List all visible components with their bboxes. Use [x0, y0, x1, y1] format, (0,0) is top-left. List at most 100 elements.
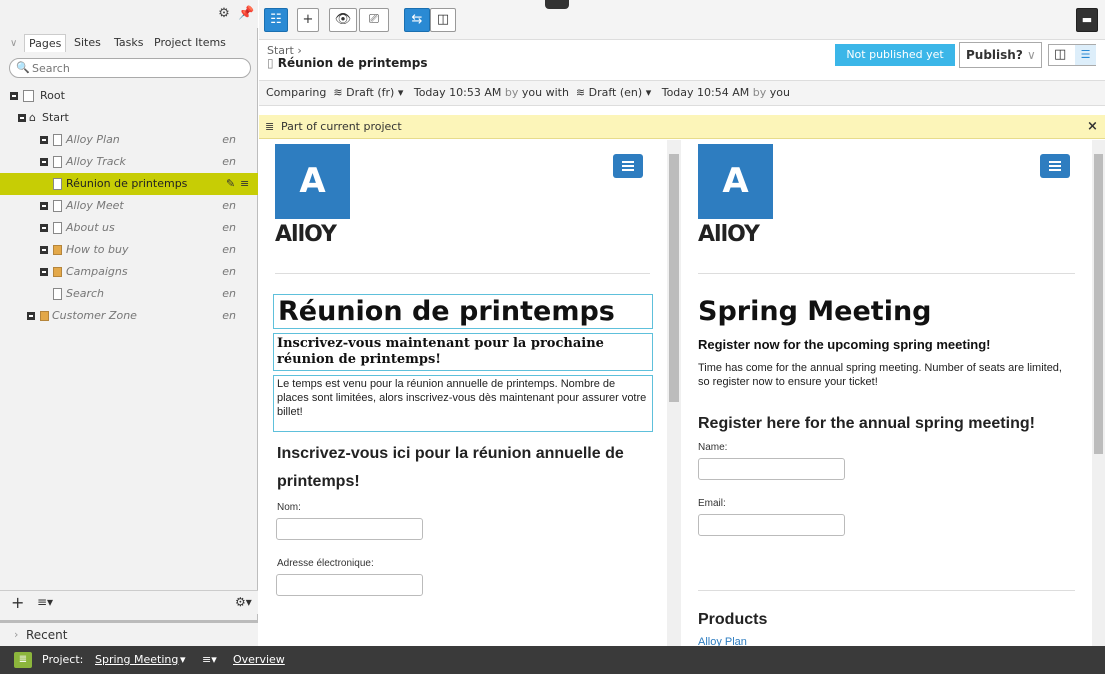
email-field[interactable] — [698, 514, 845, 536]
tree-item-label: Start — [42, 111, 69, 124]
add-icon[interactable]: + — [11, 593, 24, 612]
compare-button[interactable]: ⇆ — [404, 8, 430, 32]
search-field[interactable]: 🔍 — [9, 58, 251, 78]
chevron-down-icon[interactable]: ▾ — [398, 86, 404, 99]
compare-label: Comparing — [266, 86, 327, 99]
scrollbar-thumb[interactable] — [669, 154, 679, 402]
tree-item-alloy-track[interactable]: Alloy Track en — [0, 151, 258, 173]
tree-item-alloy-plan[interactable]: Alloy Plan en — [0, 129, 258, 151]
tree-item-alloy-meet[interactable]: Alloy Meet en — [0, 195, 258, 217]
tree-item-label: How to buy — [66, 243, 129, 256]
tree-item-start[interactable]: ⌂ Start — [0, 107, 258, 129]
tree-item-how-to-buy[interactable]: How to buy en — [0, 239, 258, 261]
recent-section[interactable]: › Recent — [0, 620, 258, 646]
name-field[interactable] — [276, 518, 423, 540]
tab-project-items[interactable]: Project Items — [150, 34, 230, 51]
expand-icon[interactable] — [27, 312, 35, 320]
versions-icon: ≋ — [575, 86, 586, 99]
brand-name: AllOY — [698, 222, 760, 247]
settings-icon[interactable]: ⚙▾ — [235, 595, 252, 609]
project-selector[interactable]: Spring Meeting — [95, 646, 178, 674]
tree-item-search[interactable]: Search en — [0, 283, 258, 305]
tree-item-about-us[interactable]: About us en — [0, 217, 258, 239]
scrollbar-thumb[interactable] — [1094, 154, 1103, 454]
divider — [698, 590, 1075, 591]
tree-item-campaigns[interactable]: Campaigns en — [0, 261, 258, 283]
chevron-down-icon[interactable]: ▾ — [646, 86, 652, 99]
page-heading: Spring Meeting — [698, 296, 932, 327]
project-icon: ≣ — [14, 652, 32, 668]
page-icon — [53, 200, 62, 212]
nav-pane-header: ⚙ 📌 — [0, 0, 258, 28]
alloy-logo[interactable]: A — [698, 144, 773, 219]
pin-icon[interactable]: 📌 — [238, 6, 254, 22]
scrollbar-left[interactable] — [667, 140, 681, 646]
language-label: en — [222, 221, 236, 234]
page-icon — [53, 134, 62, 146]
expand-icon[interactable] — [40, 136, 48, 144]
layout-button[interactable]: ◫ — [430, 8, 456, 32]
expand-icon[interactable] — [40, 158, 48, 166]
pane-toggle-button[interactable]: ☷ — [264, 8, 288, 32]
chevron-down-icon[interactable]: ∨ — [10, 38, 17, 49]
tree-item-customer-zone[interactable]: Customer Zone en — [0, 305, 258, 327]
right-version-select[interactable]: Draft (en) — [589, 86, 643, 99]
expand-icon[interactable] — [40, 268, 48, 276]
menu-button[interactable] — [613, 154, 643, 178]
gear-icon[interactable]: ⚙ — [216, 6, 232, 22]
preview-pane-right: A AllOY Spring Meeting Register now for … — [682, 140, 1092, 646]
list-menu-icon[interactable]: ≡▾ — [37, 595, 53, 609]
language-label: en — [222, 309, 236, 322]
tree-item-label: About us — [66, 221, 115, 234]
form-heading: Register here for the annual spring meet… — [698, 415, 1035, 432]
collapse-handle[interactable] — [545, 0, 569, 9]
product-link[interactable]: Alloy Plan — [698, 636, 747, 646]
view-settings-button[interactable]: ⎚ — [359, 8, 389, 32]
left-version-select[interactable]: Draft (fr) — [346, 86, 394, 99]
collapse-icon[interactable] — [10, 92, 18, 100]
edit-icon[interactable]: ✎ — [226, 173, 235, 195]
close-icon[interactable]: × — [1087, 115, 1098, 139]
recent-label: Recent — [26, 628, 68, 642]
columns-icon[interactable]: ◫ — [1054, 47, 1066, 62]
preview-button[interactable]: 👁 — [329, 8, 357, 32]
view-mode-buttons[interactable]: ◫ ☰ — [1048, 44, 1096, 66]
alloy-logo[interactable]: A — [275, 144, 350, 219]
create-button[interactable]: + — [297, 8, 319, 32]
page-icon — [53, 288, 62, 300]
tab-sites[interactable]: Sites — [70, 34, 105, 51]
context-menu-icon[interactable]: ≡ — [240, 173, 249, 195]
collapse-icon[interactable] — [18, 114, 26, 122]
tree-item-root[interactable]: Root — [0, 85, 258, 107]
name-field[interactable] — [698, 458, 845, 480]
expand-icon[interactable] — [40, 202, 48, 210]
chevron-down-icon: ∨ — [1027, 48, 1036, 62]
assets-pane-button[interactable]: ▬ — [1076, 8, 1098, 32]
form-heading: Inscrivez-vous ici pour la réunion annue… — [277, 445, 624, 490]
scrollbar-right[interactable] — [1092, 140, 1105, 646]
overview-link[interactable]: Overview — [233, 646, 285, 674]
menu-button[interactable] — [1040, 154, 1070, 178]
project-icon: ≣ — [265, 120, 275, 133]
tab-pages[interactable]: Pages — [24, 34, 67, 52]
language-label: en — [222, 155, 236, 168]
page-icon — [53, 222, 62, 234]
expand-icon[interactable] — [40, 246, 48, 254]
tab-tasks[interactable]: Tasks — [110, 34, 147, 51]
nav-pane-footer: + ≡▾ ⚙▾ — [0, 590, 258, 614]
container-icon — [53, 267, 62, 277]
search-input[interactable] — [32, 61, 242, 75]
status-badge: Not published yet — [835, 44, 955, 66]
publish-button[interactable]: Publish? ∨ — [959, 42, 1042, 68]
email-field[interactable] — [276, 574, 423, 596]
left-author-text: you with — [521, 86, 569, 99]
email-label: Email: — [698, 498, 726, 509]
chevron-down-icon[interactable]: ▾ — [180, 646, 186, 674]
page-title: ▯ Réunion de printemps — [267, 56, 428, 70]
home-icon: ⌂ — [29, 111, 36, 124]
tree-item-reunion-de-printemps[interactable]: Réunion de printemps ✎ ≡ — [0, 173, 258, 195]
expand-icon[interactable] — [40, 224, 48, 232]
lead-text: Inscrivez-vous maintenant pour la procha… — [277, 336, 604, 367]
project-menu-icon[interactable]: ≡▾ — [202, 646, 217, 674]
list-icon[interactable]: ☰ — [1075, 45, 1096, 65]
